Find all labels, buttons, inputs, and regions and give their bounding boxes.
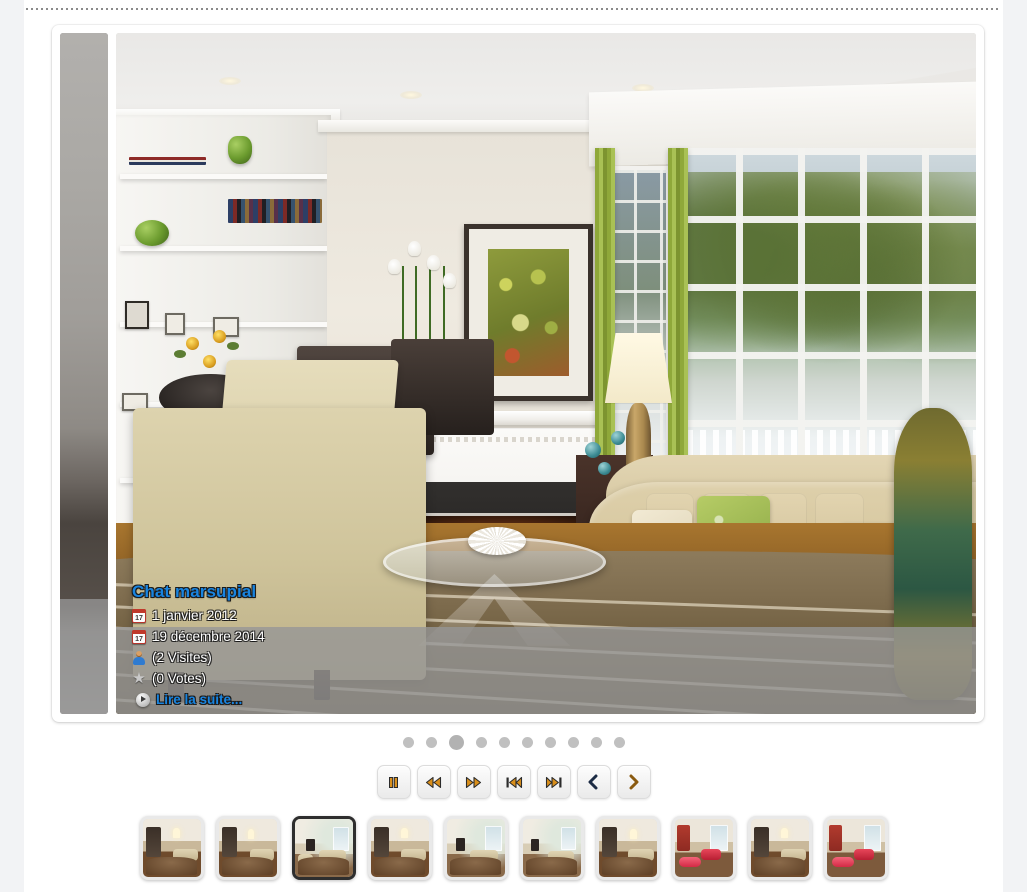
visits-row: (2 Visites) xyxy=(132,647,960,668)
previous-slide-preview[interactable] xyxy=(60,33,108,714)
star-icon: ★ xyxy=(132,669,146,687)
skip-start-icon xyxy=(506,776,522,788)
pagination-dot-3[interactable] xyxy=(448,735,464,750)
user-icon xyxy=(132,650,146,665)
pagination-dot-6[interactable] xyxy=(521,737,533,748)
thumbnail-7[interactable] xyxy=(595,816,660,880)
last-button[interactable] xyxy=(536,765,571,799)
pagination-dots xyxy=(0,735,1027,750)
votes-row: ★ (0 Votes) xyxy=(132,668,960,689)
thumbnail-6[interactable] xyxy=(519,816,584,880)
pause-icon xyxy=(389,776,399,788)
thumbnail-8[interactable] xyxy=(671,816,736,880)
created-date-row: 1 janvier 2012 xyxy=(132,605,960,626)
created-date: 1 janvier 2012 xyxy=(152,608,237,623)
fast-forward-icon xyxy=(465,776,482,788)
decorative-orb xyxy=(584,441,601,458)
first-button[interactable] xyxy=(496,765,531,799)
votes-count: (0 Votes) xyxy=(152,671,207,686)
slide-caption: Chat marsupial 1 janvier 2012 19 décembr… xyxy=(132,582,960,710)
slideshow-page: Chat marsupial 1 janvier 2012 19 décembr… xyxy=(0,0,1027,892)
visits-count: (2 Visites) xyxy=(152,650,212,665)
thumbnail-strip xyxy=(0,816,1027,880)
thumbnail-10[interactable] xyxy=(823,816,888,880)
rewind-icon xyxy=(425,776,442,788)
pagination-dot-4[interactable] xyxy=(475,737,487,748)
modified-date-row: 19 décembre 2014 xyxy=(132,626,960,647)
modified-date: 19 décembre 2014 xyxy=(152,629,265,644)
calendar-icon xyxy=(132,608,146,623)
thumbnail-2[interactable] xyxy=(215,816,280,880)
previous-button[interactable] xyxy=(576,765,611,799)
read-more-link[interactable]: Lire la suite... xyxy=(132,689,960,710)
thumbnail-9[interactable] xyxy=(747,816,812,880)
rewind-button[interactable] xyxy=(416,765,451,799)
slideshow-controls xyxy=(0,765,1027,799)
pagination-dot-2[interactable] xyxy=(425,737,437,748)
calendar-icon xyxy=(132,629,146,644)
play-circle-icon xyxy=(136,692,150,707)
chevron-right-icon xyxy=(629,774,639,790)
pagination-dot-5[interactable] xyxy=(498,737,510,748)
slideshow-card: Chat marsupial 1 janvier 2012 19 décembr… xyxy=(52,25,984,722)
recessed-light xyxy=(399,90,422,99)
thumbnail-4[interactable] xyxy=(367,816,432,880)
slide-stage[interactable]: Chat marsupial 1 janvier 2012 19 décembr… xyxy=(116,33,976,714)
pagination-dot-7[interactable] xyxy=(544,737,556,748)
thumbnail-1[interactable] xyxy=(139,816,204,880)
top-dotted-divider xyxy=(26,8,999,10)
pagination-dot-1[interactable] xyxy=(402,737,414,748)
thumbnail-3[interactable] xyxy=(291,816,356,880)
pagination-dot-8[interactable] xyxy=(567,737,579,748)
pagination-dot-9[interactable] xyxy=(590,737,602,748)
next-button[interactable] xyxy=(616,765,651,799)
read-more-label: Lire la suite... xyxy=(156,692,243,707)
pause-button[interactable] xyxy=(376,765,411,799)
skip-end-icon xyxy=(545,776,561,788)
slide-title[interactable]: Chat marsupial xyxy=(132,582,960,602)
thumbnail-5[interactable] xyxy=(443,816,508,880)
chevron-left-icon xyxy=(588,774,598,790)
pagination-dot-10[interactable] xyxy=(613,737,625,748)
previous-slide-caption-scrim xyxy=(60,599,108,714)
fast-forward-button[interactable] xyxy=(456,765,491,799)
